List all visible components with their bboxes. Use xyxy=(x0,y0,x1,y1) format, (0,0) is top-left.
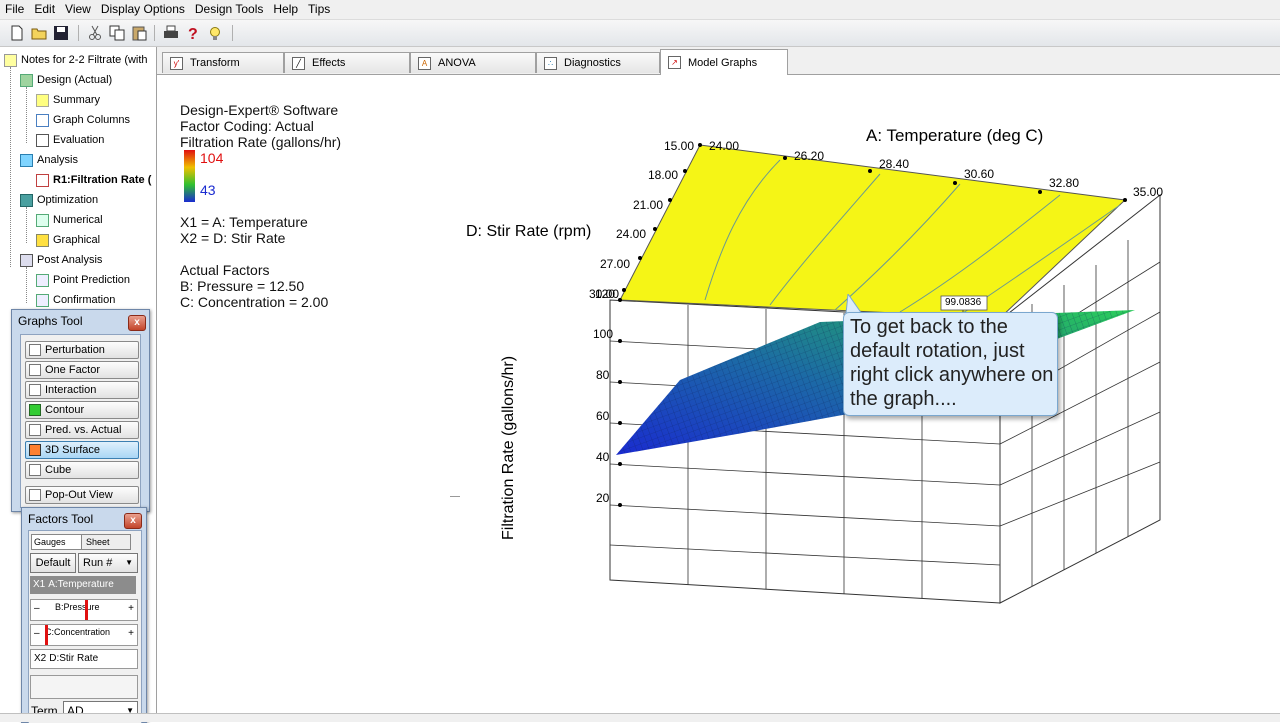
z-tick-label: 20 xyxy=(596,491,610,505)
rotation-hint-text: To get back to the default rotation, jus… xyxy=(850,316,1054,410)
x-tick-label: 32.80 xyxy=(1049,176,1080,190)
x-tick-label: 26.20 xyxy=(794,149,825,163)
z-tick-label: 120 xyxy=(595,287,616,301)
x-tick-label: 28.40 xyxy=(879,157,910,171)
y-tick-label: 24.00 xyxy=(616,227,647,241)
surface-plot[interactable] xyxy=(0,0,1280,721)
y-axis-title: D: Stir Rate (rpm) xyxy=(466,223,592,240)
x-axis-title: A: Temperature (deg C) xyxy=(866,126,1044,145)
contour-plane xyxy=(619,144,1127,319)
x-tick-label: 30.60 xyxy=(964,167,995,181)
z-tick-label: 40 xyxy=(596,450,610,464)
z-tick-label: 80 xyxy=(596,368,610,382)
y-tick-label: 21.00 xyxy=(633,198,664,212)
y-tick-label: 15.00 xyxy=(664,139,695,153)
x-tick-label: 24.00 xyxy=(709,139,740,153)
y-tick-label: 18.00 xyxy=(648,168,679,182)
y-tick-label: 27.00 xyxy=(600,257,631,271)
point-value-label: 99.0836 xyxy=(945,297,982,308)
z-axis-title: Filtration Rate (gallons/hr) xyxy=(500,355,517,540)
x-tick-label: 35.00 xyxy=(1133,185,1164,199)
rotation-hint-callout: To get back to the default rotation, jus… xyxy=(843,312,1058,416)
z-tick-label: 100 xyxy=(593,327,614,341)
z-tick-label: 60 xyxy=(596,409,610,423)
